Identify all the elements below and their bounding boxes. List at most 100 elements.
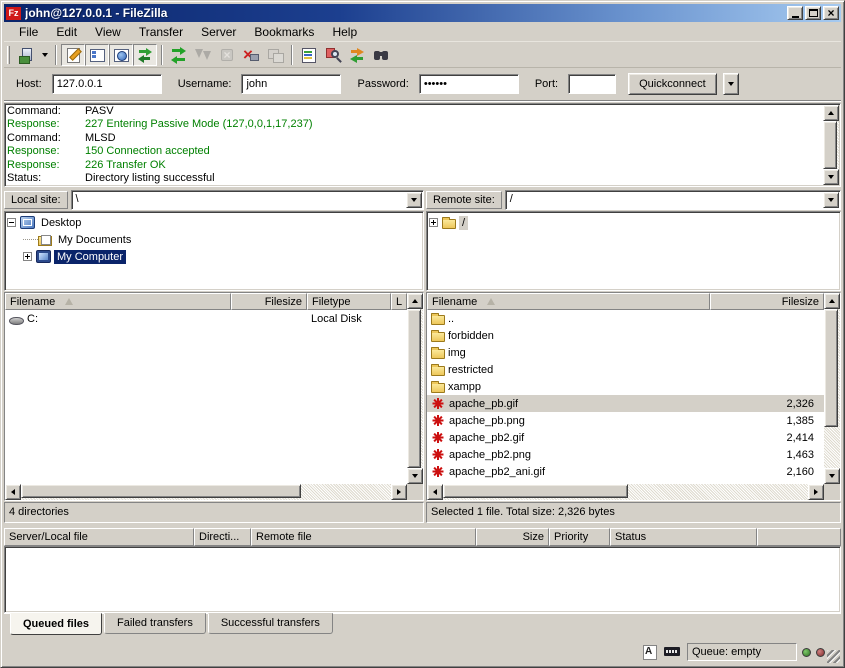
process-queue-icon: [195, 47, 211, 63]
scroll-up-icon[interactable]: [407, 293, 423, 309]
scrollbar-thumb[interactable]: [21, 484, 301, 498]
scrollbar-thumb[interactable]: [824, 309, 838, 427]
column-header-filename[interactable]: Filename: [5, 293, 231, 310]
column-header-priority[interactable]: Priority: [549, 528, 610, 546]
scroll-up-icon[interactable]: [823, 105, 839, 121]
column-header-filesize[interactable]: Filesize: [231, 293, 307, 310]
column-header-server-local-file[interactable]: Server/Local file: [4, 528, 194, 546]
username-label: Username:: [174, 75, 236, 93]
reconnect-button[interactable]: [263, 44, 287, 66]
file-row[interactable]: img: [427, 344, 824, 361]
file-row[interactable]: apache_pb.png 1,385: [427, 412, 824, 429]
log-scrollbar[interactable]: [823, 105, 839, 185]
site-manager-dropdown[interactable]: [38, 44, 51, 66]
port-input[interactable]: [568, 74, 616, 94]
expand-icon[interactable]: [23, 252, 32, 261]
menu-file[interactable]: File: [10, 23, 47, 41]
synchronized-browsing-button[interactable]: [345, 44, 369, 66]
file-row[interactable]: restricted: [427, 361, 824, 378]
menu-view[interactable]: View: [86, 23, 130, 41]
toggle-local-tree-button[interactable]: [85, 44, 109, 66]
file-row[interactable]: C: Local Disk: [5, 310, 407, 327]
site-manager-button[interactable]: [14, 44, 38, 66]
menu-help[interactable]: Help: [323, 23, 366, 41]
data-type-ascii-icon[interactable]: [641, 644, 659, 660]
minimize-button[interactable]: [787, 6, 803, 20]
toggle-message-log-button[interactable]: [61, 44, 85, 66]
file-row[interactable]: apache_pb2.png 1,463: [427, 446, 824, 463]
process-queue-button[interactable]: [191, 44, 215, 66]
tree-item-root[interactable]: /: [429, 214, 840, 231]
scroll-down-icon[interactable]: [407, 468, 423, 484]
local-list-rows: C: Local Disk: [5, 310, 407, 484]
tab-successful-transfers[interactable]: Successful transfers: [208, 613, 333, 634]
host-input[interactable]: [52, 74, 162, 94]
menu-server[interactable]: Server: [192, 23, 245, 41]
scroll-right-icon[interactable]: [391, 484, 407, 500]
local-site-combobox[interactable]: \: [71, 190, 424, 210]
menu-edit[interactable]: Edit: [47, 23, 86, 41]
file-row[interactable]: apache_pb2_ani.gif 2,160: [427, 463, 824, 480]
tab-failed-transfers[interactable]: Failed transfers: [104, 613, 206, 634]
filter-button[interactable]: [297, 44, 321, 66]
disconnect-icon: [243, 47, 259, 63]
tree-item-desktop[interactable]: Desktop: [7, 214, 423, 231]
close-button[interactable]: ×: [823, 6, 839, 20]
remote-vertical-scrollbar[interactable]: [824, 293, 840, 484]
local-tree-icon: [89, 47, 105, 63]
column-header-lastmodified[interactable]: L: [391, 293, 407, 310]
file-row-selected[interactable]: apache_pb.gif 2,326: [427, 395, 824, 412]
scrollbar-thumb[interactable]: [407, 309, 421, 468]
scrollbar-thumb[interactable]: [823, 121, 837, 169]
menubar: File Edit View Transfer Server Bookmarks…: [4, 22, 841, 42]
resize-grip[interactable]: [827, 650, 840, 663]
scroll-down-icon[interactable]: [824, 468, 840, 484]
file-row[interactable]: xampp: [427, 378, 824, 395]
column-header-remote-file[interactable]: Remote file: [251, 528, 476, 546]
reconnect-icon: [267, 47, 283, 63]
scroll-down-icon[interactable]: [823, 169, 839, 185]
remote-horizontal-scrollbar[interactable]: [427, 484, 824, 500]
tree-item-my-computer[interactable]: My Computer: [7, 248, 423, 265]
column-header-direction[interactable]: Directi...: [194, 528, 251, 546]
column-header-filesize[interactable]: Filesize: [710, 293, 824, 310]
tree-item-my-documents[interactable]: My Documents: [7, 231, 423, 248]
toggle-transfer-queue-button[interactable]: [133, 44, 157, 66]
username-input[interactable]: [241, 74, 341, 94]
refresh-button[interactable]: [167, 44, 191, 66]
scroll-left-icon[interactable]: [427, 484, 443, 500]
scroll-right-icon[interactable]: [808, 484, 824, 500]
find-files-button[interactable]: [369, 44, 393, 66]
disconnect-button[interactable]: [239, 44, 263, 66]
remote-site-combobox[interactable]: /: [505, 190, 841, 210]
maximize-button[interactable]: [805, 6, 821, 20]
menu-bookmarks[interactable]: Bookmarks: [245, 23, 323, 41]
quickconnect-button[interactable]: Quickconnect: [628, 73, 717, 95]
password-input[interactable]: [419, 74, 519, 94]
column-header-filetype[interactable]: Filetype: [307, 293, 391, 310]
tab-queued-files[interactable]: Queued files: [10, 613, 102, 635]
file-row[interactable]: ..: [427, 310, 824, 327]
toggle-remote-tree-button[interactable]: [109, 44, 133, 66]
column-header-status[interactable]: Status: [610, 528, 757, 546]
quickconnect-dropdown[interactable]: [723, 73, 739, 95]
menu-transfer[interactable]: Transfer: [130, 23, 192, 41]
scroll-up-icon[interactable]: [824, 293, 840, 309]
combo-dropdown-button[interactable]: [406, 192, 422, 208]
collapse-icon[interactable]: [7, 218, 16, 227]
statusbar: Queue: empty: [4, 640, 841, 664]
directory-comparison-button[interactable]: [321, 44, 345, 66]
column-header-filename[interactable]: Filename: [427, 293, 710, 310]
combo-dropdown-button[interactable]: [823, 192, 839, 208]
indicator-badge-icon[interactable]: [664, 644, 682, 660]
local-horizontal-scrollbar[interactable]: [5, 484, 407, 500]
file-row[interactable]: forbidden: [427, 327, 824, 344]
toolbar-separator: [291, 45, 293, 65]
scrollbar-thumb[interactable]: [443, 484, 628, 498]
scroll-left-icon[interactable]: [5, 484, 21, 500]
file-row[interactable]: apache_pb2.gif 2,414: [427, 429, 824, 446]
expand-icon[interactable]: [429, 218, 438, 227]
cancel-button[interactable]: [215, 44, 239, 66]
column-header-size[interactable]: Size: [476, 528, 549, 546]
local-vertical-scrollbar[interactable]: [407, 293, 423, 484]
